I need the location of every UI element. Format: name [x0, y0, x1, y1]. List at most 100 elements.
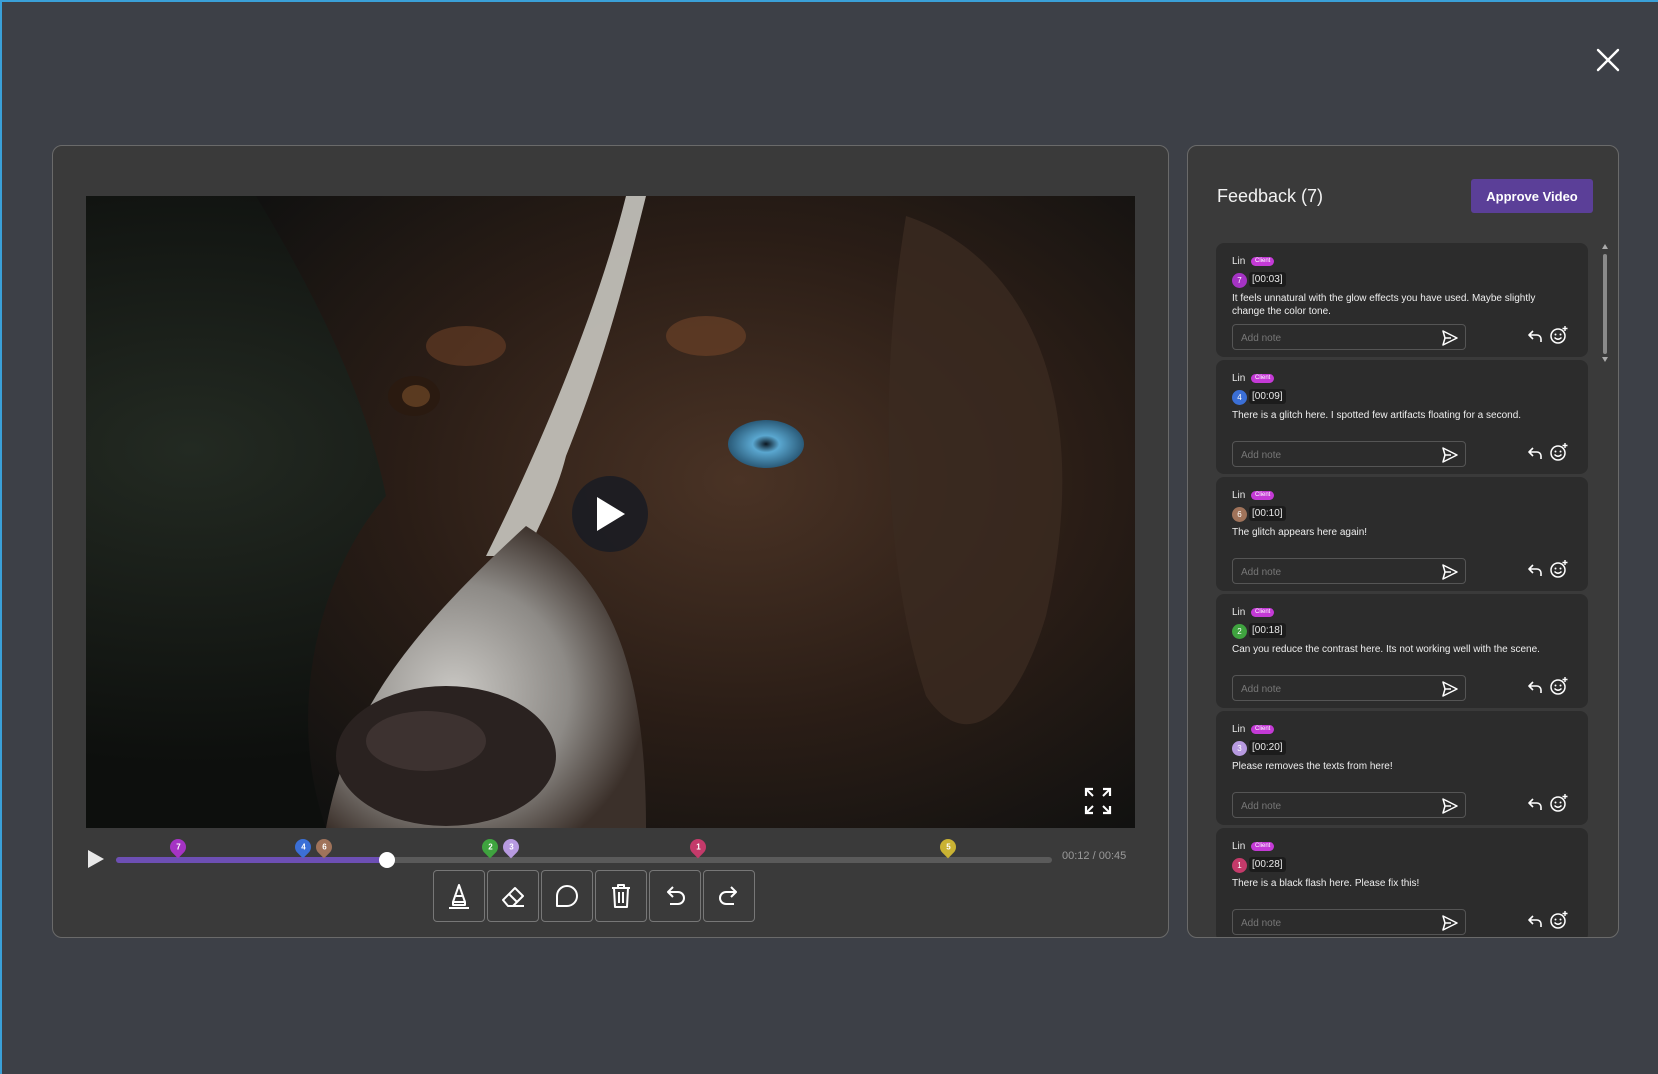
marker-number: 1	[1232, 858, 1247, 873]
feedback-card: Lin Client 2 [00:18] Can you reduce the …	[1216, 594, 1588, 708]
timeline-marker[interactable]: 6	[312, 835, 336, 859]
send-icon[interactable]	[1441, 329, 1459, 347]
comment-text: It feels unnatural with the glow effects…	[1232, 293, 1536, 317]
send-icon[interactable]	[1441, 797, 1459, 815]
comment-timestamp[interactable]: [00:09]	[1249, 389, 1286, 404]
fullscreen-icon[interactable]	[1083, 786, 1113, 816]
scroll-down-icon[interactable]	[1602, 357, 1608, 362]
reply-icon[interactable]	[1526, 327, 1544, 345]
timeline-marker[interactable]: 1	[687, 835, 710, 859]
redo-icon	[719, 886, 737, 905]
comment-author: Lin	[1232, 841, 1246, 852]
annotation-toolbar	[433, 870, 755, 922]
note-input[interactable]	[1241, 681, 1421, 697]
add-note-field	[1232, 909, 1466, 935]
add-reaction-icon[interactable]	[1549, 793, 1569, 813]
timeline-play-icon[interactable]	[86, 848, 106, 870]
role-badge: Client	[1251, 491, 1275, 500]
highlighter-icon	[449, 884, 469, 909]
send-icon[interactable]	[1441, 914, 1459, 932]
comment-timestamp[interactable]: [00:03]	[1249, 272, 1286, 287]
comment-text: Please removes the texts from here!	[1232, 761, 1393, 772]
add-reaction-icon[interactable]	[1549, 910, 1569, 930]
add-reaction-icon[interactable]	[1549, 325, 1569, 345]
marker-number: 2	[1232, 624, 1247, 639]
comment-text: Can you reduce the contrast here. Its no…	[1232, 644, 1540, 655]
add-reaction-icon[interactable]	[1549, 442, 1569, 462]
timeline-marker[interactable]: 2	[479, 835, 502, 859]
comment-timestamp[interactable]: [00:20]	[1249, 740, 1286, 755]
eraser-icon	[502, 887, 524, 907]
note-input[interactable]	[1241, 798, 1421, 814]
note-input[interactable]	[1241, 564, 1421, 580]
eraser-button[interactable]	[487, 870, 539, 922]
scrollbar[interactable]	[1602, 244, 1608, 362]
timeline-marker-label: 7	[176, 842, 181, 852]
play-icon	[597, 497, 625, 531]
video-player-panel: 7 4 6 2 3 1 5 00:12 / 00:45	[52, 145, 1169, 938]
comment-timestamp[interactable]: [00:10]	[1249, 506, 1286, 521]
note-input[interactable]	[1241, 915, 1421, 931]
approve-video-button[interactable]: Approve Video	[1471, 179, 1593, 213]
undo-button[interactable]	[649, 870, 701, 922]
scroll-up-icon[interactable]	[1602, 244, 1608, 249]
comment-author: Lin	[1232, 373, 1246, 384]
feedback-card: Lin Client 3 [00:20] Please removes the …	[1216, 711, 1588, 825]
send-icon[interactable]	[1441, 563, 1459, 581]
current-time: 00:12	[1062, 850, 1090, 862]
comment-timestamp[interactable]: [00:18]	[1249, 623, 1286, 638]
comment-shape-icon	[556, 885, 578, 907]
play-button[interactable]	[572, 476, 648, 552]
timeline-marker-label: 5	[945, 842, 951, 852]
add-note-field	[1232, 792, 1466, 818]
feedback-card: Lin Client 7 [00:03] It feels unnatural …	[1216, 243, 1588, 357]
progress-fill	[116, 857, 388, 863]
redo-button[interactable]	[703, 870, 755, 922]
progress-thumb[interactable]	[379, 852, 396, 868]
timeline-marker[interactable]: 3	[499, 835, 523, 859]
timeline-marker-label: 6	[321, 842, 327, 852]
comment-timestamp[interactable]: [00:28]	[1249, 857, 1286, 872]
comment-text: The glitch appears here again!	[1232, 527, 1368, 538]
add-reaction-icon[interactable]	[1549, 559, 1569, 579]
marker-number: 6	[1232, 507, 1247, 522]
reply-icon[interactable]	[1526, 795, 1544, 813]
review-modal: 7462315 00:12 / 00:45 Feedback (7) Appro…	[0, 0, 1658, 1074]
duration: 00:45	[1098, 850, 1127, 862]
feedback-card: Lin Client 4 [00:09] There is a glitch h…	[1216, 360, 1588, 474]
timeline: 7 4 6 2 3 1 5 00:12 / 00:45	[86, 834, 1135, 874]
feedback-card: Lin Client 6 [00:10] The glitch appears …	[1216, 477, 1588, 591]
note-input[interactable]	[1241, 330, 1421, 346]
comment-shape-button[interactable]	[541, 870, 593, 922]
send-icon[interactable]	[1441, 446, 1459, 464]
timeline-marker-label: 1	[696, 842, 701, 852]
reply-icon[interactable]	[1526, 678, 1544, 696]
reply-icon[interactable]	[1526, 912, 1544, 930]
send-icon[interactable]	[1441, 680, 1459, 698]
timeline-marker[interactable]: 4	[291, 835, 315, 859]
role-badge: Client	[1251, 725, 1275, 734]
close-icon[interactable]	[1592, 44, 1624, 76]
timeline-marker[interactable]: 7	[167, 835, 190, 859]
video-frame[interactable]	[86, 196, 1135, 828]
comment-author: Lin	[1232, 256, 1246, 267]
progress-track[interactable]: 7 4 6 2 3 1 5	[116, 835, 1052, 868]
trash-icon	[612, 884, 630, 908]
role-badge: Client	[1251, 842, 1275, 851]
scrollbar-thumb[interactable]	[1603, 254, 1607, 354]
delete-button[interactable]	[595, 870, 647, 922]
add-note-field	[1232, 441, 1466, 467]
reply-icon[interactable]	[1526, 444, 1544, 462]
add-reaction-icon[interactable]	[1549, 676, 1569, 696]
note-input[interactable]	[1241, 447, 1421, 463]
timeline-marker-label: 4	[300, 842, 306, 852]
time-readout: 00:12 / 00:45	[1062, 850, 1126, 862]
reply-icon[interactable]	[1526, 561, 1544, 579]
highlighter-button[interactable]	[433, 870, 485, 922]
undo-icon	[667, 886, 685, 905]
timeline-marker[interactable]: 5	[936, 835, 960, 859]
role-badge: Client	[1251, 257, 1275, 266]
time-separator: /	[1092, 850, 1096, 862]
timeline-marker-label: 3	[508, 842, 514, 852]
add-note-field	[1232, 558, 1466, 584]
